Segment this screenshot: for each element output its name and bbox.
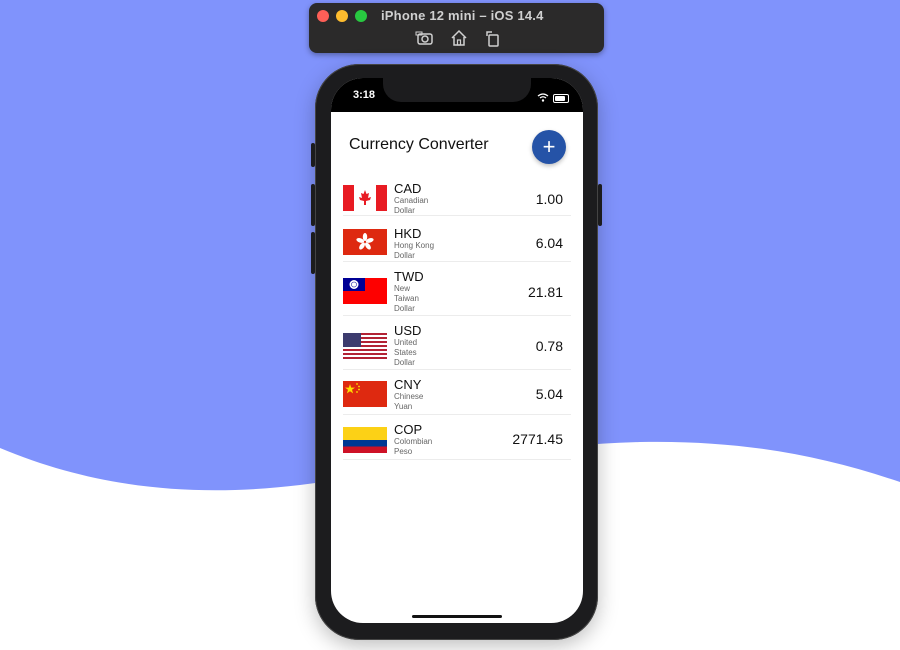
home-icon[interactable] <box>449 28 469 48</box>
canada-flag-icon <box>343 185 387 211</box>
volume-down-button <box>311 232 315 274</box>
currency-amount[interactable]: 6.04 <box>536 235 563 251</box>
battery-icon <box>553 93 569 103</box>
status-time: 3:18 <box>353 89 376 101</box>
currency-amount[interactable]: 2771.45 <box>512 431 563 447</box>
rotate-icon[interactable] <box>483 28 503 48</box>
volume-up-button <box>311 184 315 226</box>
currency-amount[interactable]: 1.00 <box>536 191 563 207</box>
notch <box>383 78 531 102</box>
wifi-icon <box>537 89 549 107</box>
currency-code: TWD <box>394 269 424 284</box>
page-title: Currency Converter <box>349 136 489 153</box>
currency-code: CNY <box>394 377 422 392</box>
status-icons <box>537 89 569 107</box>
china-flag-icon <box>343 381 387 407</box>
currency-amount[interactable]: 0.78 <box>536 338 563 354</box>
simulator-title-bar: iPhone 12 mini – iOS 14.4 <box>309 3 604 53</box>
currency-name: Colombian Peso <box>394 437 433 456</box>
hong-kong-flag-icon <box>343 229 387 255</box>
currency-row-twd[interactable]: TWD New Taiwan Dollar 21.81 <box>343 267 571 316</box>
currency-row-cny[interactable]: CNY Chinese Yuan 5.04 <box>343 376 571 415</box>
taiwan-flag-icon <box>343 278 387 304</box>
currency-name: Canadian Dollar <box>394 196 429 215</box>
currency-row-hkd[interactable]: HKD Hong Kong Dollar 6.04 <box>343 222 571 262</box>
currency-amount[interactable]: 5.04 <box>536 386 563 402</box>
currency-row-cop[interactable]: COP Colombian Peso 2771.45 <box>343 421 571 460</box>
currency-name: New Taiwan Dollar <box>394 284 419 313</box>
zoom-window-button[interactable] <box>355 10 367 22</box>
mute-switch <box>311 143 315 167</box>
simulator-title: iPhone 12 mini – iOS 14.4 <box>381 8 544 23</box>
currency-amount[interactable]: 21.81 <box>528 284 563 300</box>
status-bar: 3:18 <box>331 78 583 112</box>
usa-flag-icon <box>343 333 387 359</box>
currency-code: USD <box>394 323 422 338</box>
power-button <box>598 184 602 226</box>
currency-code: HKD <box>394 226 422 241</box>
currency-name: Hong Kong Dollar <box>394 241 435 260</box>
add-currency-button[interactable]: + <box>532 130 566 164</box>
currency-code: CAD <box>394 181 422 196</box>
currency-row-usd[interactable]: USD United States Dollar 0.78 <box>343 321 571 370</box>
home-indicator[interactable] <box>412 615 502 618</box>
currency-name: Chinese Yuan <box>394 392 424 411</box>
minimize-window-button[interactable] <box>336 10 348 22</box>
currency-name: United States Dollar <box>394 338 418 367</box>
phone-screen: 3:18 Currency Converter + CAD Canadian D… <box>331 78 583 623</box>
close-window-button[interactable] <box>317 10 329 22</box>
simulator-toolbar <box>415 28 503 48</box>
currency-row-cad[interactable]: CAD Canadian Dollar 1.00 <box>343 177 571 216</box>
colombia-flag-icon <box>343 427 387 453</box>
screenshot-icon[interactable] <box>415 28 435 48</box>
currency-code: COP <box>394 422 423 437</box>
